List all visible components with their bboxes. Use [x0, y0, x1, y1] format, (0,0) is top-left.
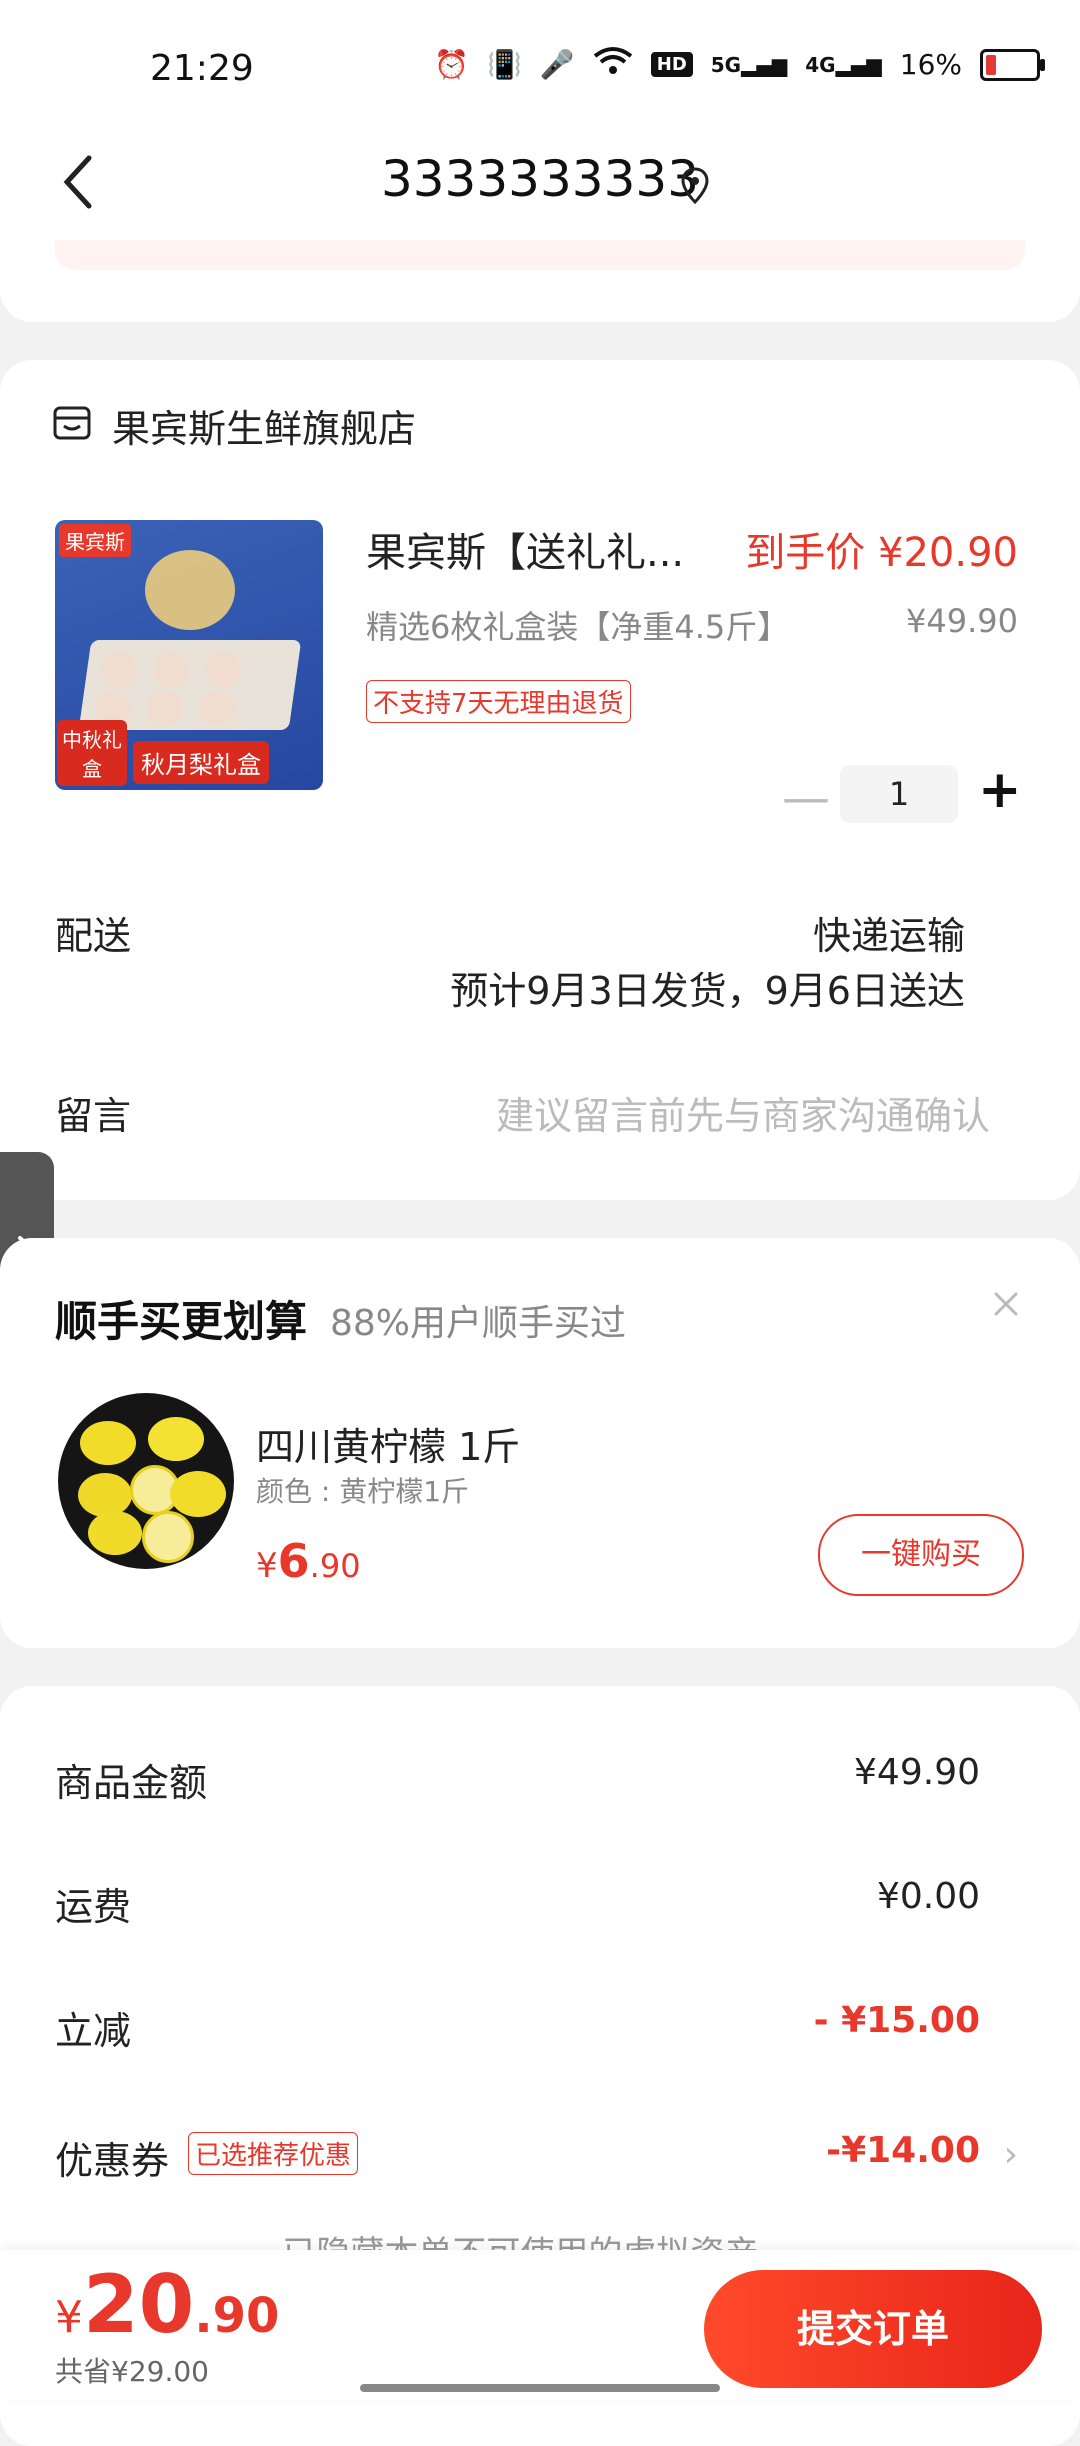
product-final-price: 到手价 ¥20.90 [745, 530, 1018, 576]
delivery-method[interactable]: 快递运输 [813, 905, 965, 960]
close-icon[interactable] [992, 1290, 1020, 1318]
coupon-value[interactable]: -¥14.00 [826, 2130, 980, 2171]
status-bar: 21:29 ⏰ 📳 🎤 HD 5G▂▄▆ 4G▂▄▆ 16% [0, 0, 1080, 130]
status-icons: ⏰ 📳 🎤 HD 5G▂▄▆ 4G▂▄▆ 16% [434, 46, 1045, 83]
goods-amount-label: 商品金额 [55, 1761, 208, 1805]
product-image-brand: 果宾斯 [59, 524, 131, 557]
page-header: 3333333333 [0, 130, 1080, 240]
product-image-label1: 中秋礼盒 [57, 720, 127, 786]
submit-order-button[interactable]: 提交订单 [704, 2270, 1042, 2388]
wifi-icon [593, 46, 633, 83]
upsell-title: 顺手买更划算 [55, 1297, 308, 1346]
qty-minus-button[interactable]: — [782, 770, 830, 826]
product-spec[interactable]: 精选6枚礼盒装【净重4.5斤】 [366, 602, 789, 648]
alarm-icon: ⏰ [434, 48, 469, 81]
total-price: ¥20.90 [55, 2258, 280, 2351]
coupon-recommended-tag: 已选推荐优惠 [188, 2132, 359, 2175]
delivery-label: 配送 [55, 914, 132, 958]
battery-icon [980, 48, 1045, 81]
coupon-label: 优惠券 [55, 2139, 170, 2183]
address-card-strip [55, 240, 1025, 270]
product-original-price: ¥49.90 [906, 602, 1018, 640]
signal-5g-icon: 5G▂▄▆ [710, 52, 788, 77]
upsell-card: 顺手买更划算 88%用户顺手买过 四川黄柠檬 1斤 颜色 : 黄柠檬1斤 ¥6.… [0, 1238, 1080, 1648]
no-return-tag: 不支持7天无理由退货 [366, 680, 631, 723]
shop-name[interactable]: 果宾斯生鲜旗舰店 [112, 398, 416, 453]
delivery-estimate: 预计9月3日发货，9月6日送达 [450, 969, 965, 1013]
mic-icon: 🎤 [539, 48, 575, 81]
signal-4g-icon: 4G▂▄▆ [805, 52, 882, 77]
goods-amount-value: ¥49.90 [854, 1752, 980, 1793]
shop-icon [53, 406, 91, 440]
address-card[interactable] [0, 240, 1080, 322]
page-title: 3333333333 [380, 150, 700, 208]
lemon-product-variant: 颜色 : 黄柠檬1斤 [256, 1475, 470, 1508]
vibrate-icon: 📳 [487, 48, 522, 81]
checkout-bar: ¥20.90 共省¥29.00 提交订单 [0, 2250, 1080, 2400]
lemon-product-price: ¥6.90 [256, 1534, 361, 1588]
freight-value: ¥0.00 [876, 1876, 980, 1917]
discount-label: 立减 [55, 2009, 132, 2053]
location-pin-icon[interactable] [680, 166, 710, 206]
discount-value: - ¥15.00 [813, 2000, 980, 2041]
product-image-label2: 秋月梨礼盒 [133, 741, 269, 784]
lemon-product-name[interactable]: 四川黄柠檬 1斤 [256, 1416, 520, 1471]
memo-input[interactable]: 建议留言前先与商家沟通确认 [496, 1085, 990, 1140]
upsell-subtitle: 88%用户顺手买过 [330, 1303, 627, 1344]
product-card: 果宾斯生鲜旗舰店 果宾斯 中秋礼盒 秋月梨礼盒 果宾斯【送礼礼... 到手价 ¥… [0, 360, 1080, 1200]
total-saved: 共省¥29.00 [55, 2355, 209, 2388]
coupon-chevron-icon[interactable]: › [1004, 2134, 1018, 2175]
status-time: 21:29 [150, 48, 254, 89]
lemon-product-image[interactable] [58, 1393, 234, 1569]
qty-input[interactable]: 1 [840, 765, 958, 823]
memo-label: 留言 [55, 1094, 132, 1138]
freight-label: 运费 [55, 1885, 132, 1929]
one-click-buy-button[interactable]: 一键购买 [818, 1514, 1024, 1596]
hd-icon: HD [650, 52, 693, 77]
product-image[interactable]: 果宾斯 中秋礼盒 秋月梨礼盒 [55, 520, 323, 790]
qty-plus-button[interactable]: + [978, 760, 1022, 820]
battery-percent: 16% [899, 48, 962, 81]
product-name[interactable]: 果宾斯【送礼礼... [366, 520, 684, 578]
home-indicator[interactable] [360, 2384, 720, 2392]
